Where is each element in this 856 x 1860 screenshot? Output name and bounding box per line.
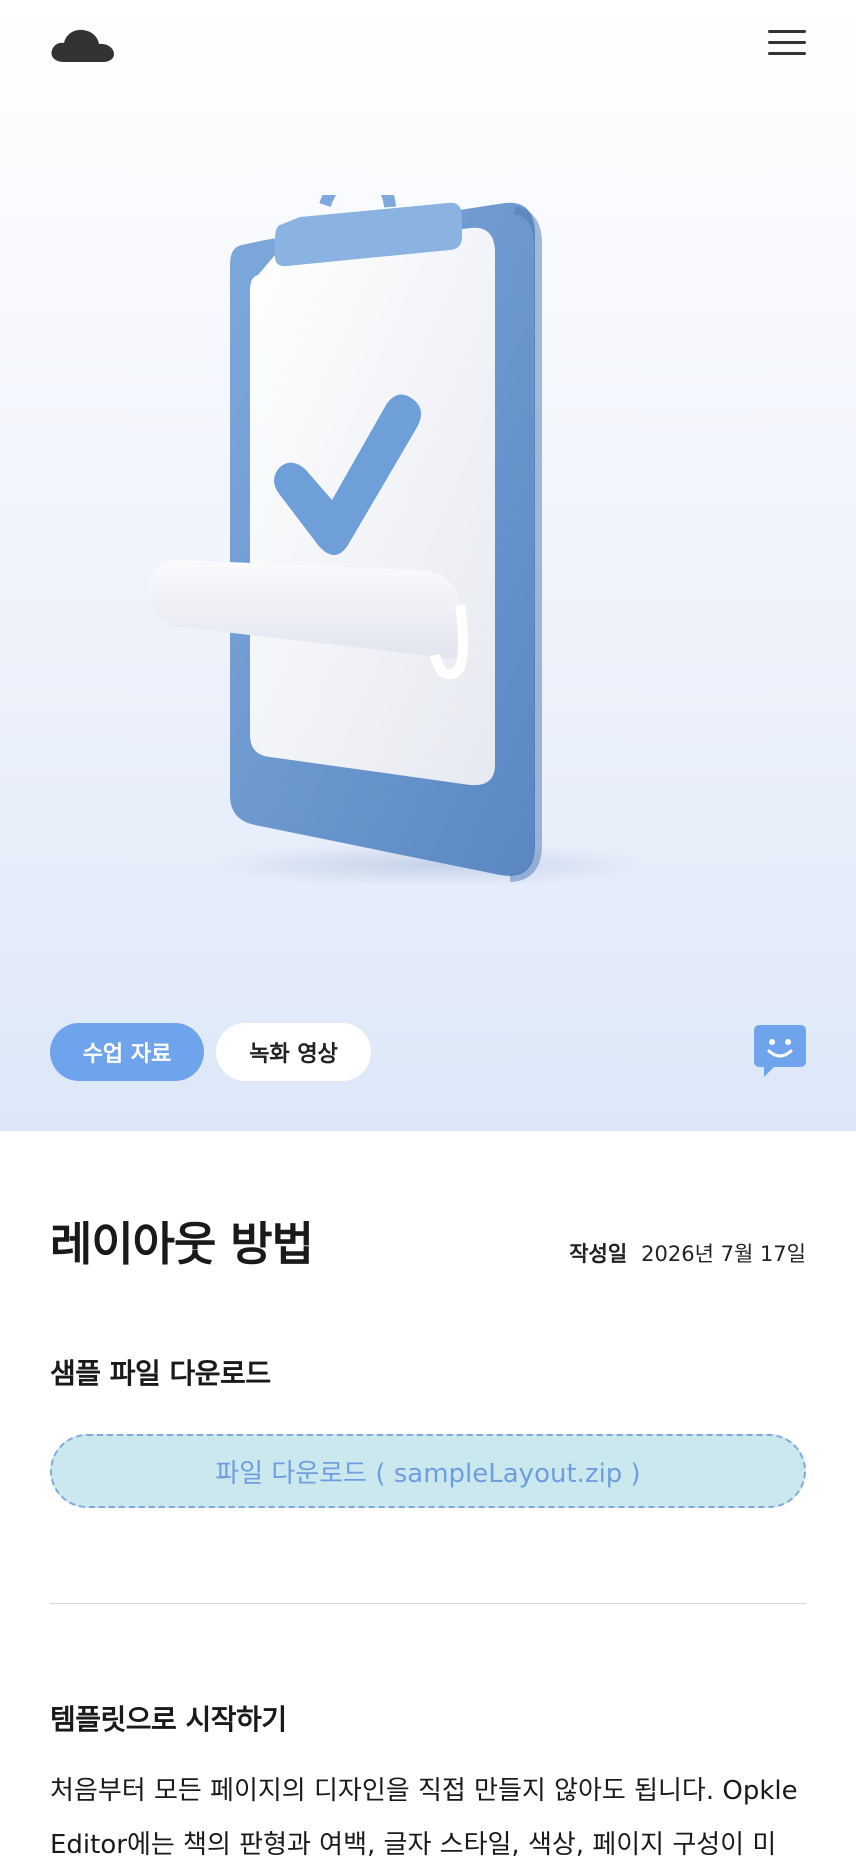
written-date: 작성일 2026년 7월 17일	[569, 1238, 806, 1268]
clipboard-checkmark-illustration	[150, 195, 640, 885]
hero-section: 수업 자료 녹화 영상	[0, 0, 856, 1131]
hamburger-menu-icon[interactable]	[766, 26, 808, 60]
tag-recorded-video[interactable]: 녹화 영상	[216, 1023, 371, 1081]
template-start-heading: 템플릿으로 시작하기	[50, 1703, 287, 1736]
file-download-button[interactable]: 파일 다운로드 ( sampleLayout.zip )	[50, 1434, 806, 1508]
date-label: 작성일	[569, 1242, 628, 1266]
template-body-text: 처음부터 모든 페이지의 디자인을 직접 만들지 않아도 됩니다. Opkle …	[50, 1776, 798, 1860]
smiley-chat-icon[interactable]	[752, 1023, 808, 1079]
section-divider	[50, 1603, 806, 1604]
sample-download-heading: 샘플 파일 다운로드	[50, 1357, 271, 1390]
date-value: 2026년 7월 17일	[641, 1242, 806, 1266]
tag-class-materials[interactable]: 수업 자료	[50, 1023, 204, 1081]
page-title: 레이아웃 방법	[50, 1217, 314, 1271]
cloud-icon[interactable]	[50, 26, 116, 64]
